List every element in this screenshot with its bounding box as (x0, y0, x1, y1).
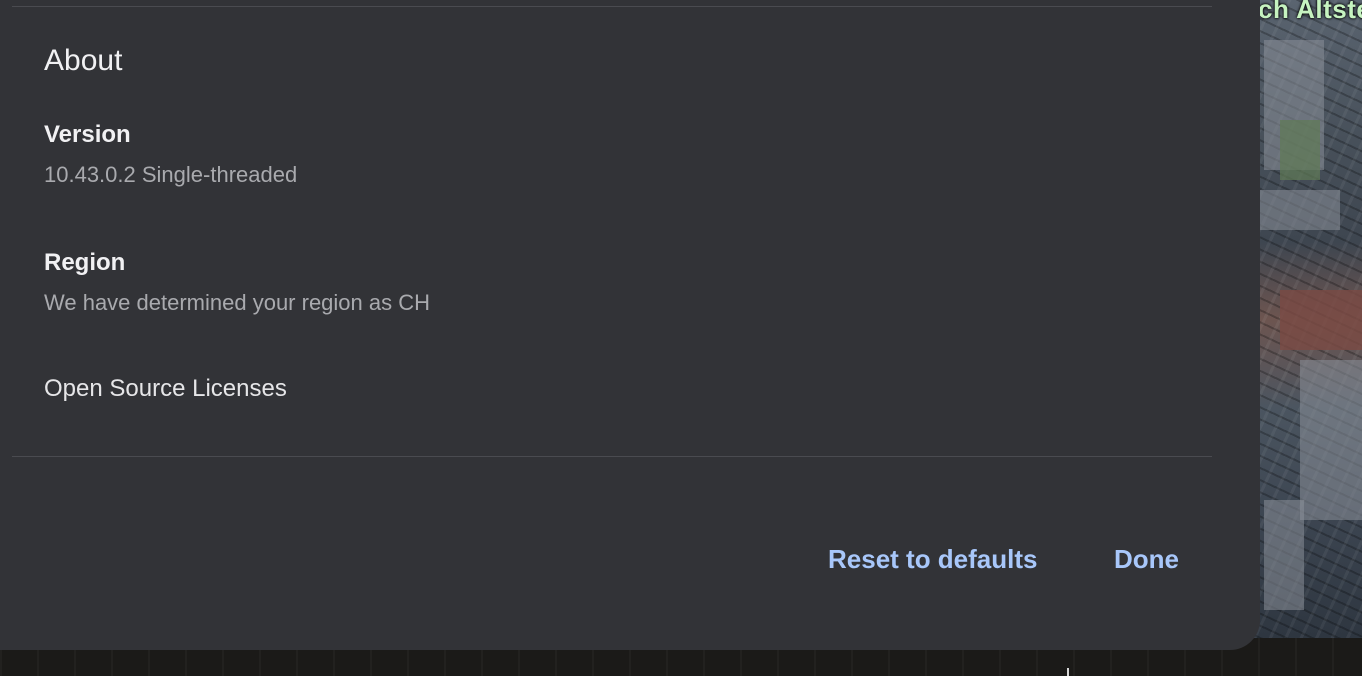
region-value: We have determined your region as CH (44, 290, 431, 315)
map-building (1260, 190, 1340, 230)
map-building (1300, 360, 1362, 520)
dialog-content: About Version 10.43.0.2 Single-threaded … (0, 0, 1260, 650)
done-button[interactable]: Done (1114, 544, 1179, 575)
map-roof (1280, 290, 1362, 350)
divider (12, 456, 1212, 457)
reset-to-defaults-button[interactable]: Reset to defaults (828, 544, 1038, 575)
version-value: 10.43.0.2 Single-threaded (44, 162, 298, 187)
section-title-about: About (44, 44, 123, 77)
map-building (1264, 500, 1304, 610)
map-rooftop-garden (1280, 120, 1320, 180)
divider (12, 6, 1212, 7)
app-stage: ch Altste About Version 10.43.0.2 Single… (0, 0, 1362, 676)
region-label: Region (44, 249, 126, 276)
map-place-label: ch Altste (1258, 0, 1362, 24)
version-label: Version (44, 121, 131, 148)
settings-dialog: About Version 10.43.0.2 Single-threaded … (0, 0, 1260, 650)
strip-tick (1067, 668, 1069, 676)
open-source-licenses-link[interactable]: Open Source Licenses (44, 375, 287, 403)
